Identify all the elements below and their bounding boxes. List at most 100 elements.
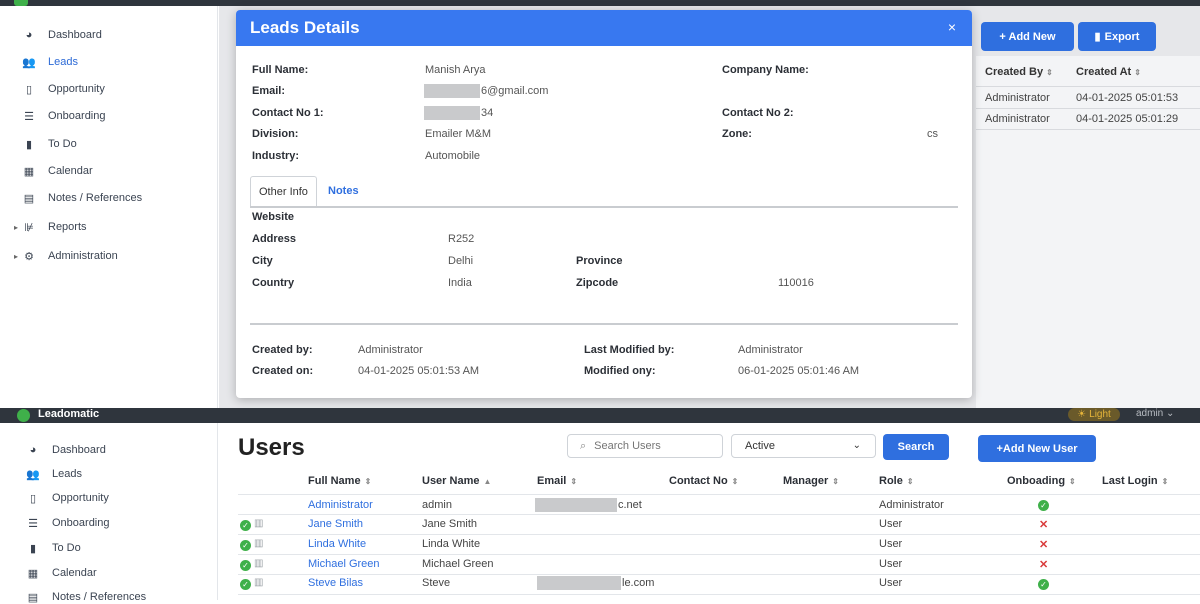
sidebar: ◕ Dashboard 👥 Leads ▯ Opportunity ☰ Onbo… [0, 6, 218, 408]
cross-icon: ✕ [1039, 559, 1049, 571]
email-label: Email: [252, 85, 286, 97]
column-header-manager[interactable]: Manager ⇕ [783, 475, 839, 487]
add-new-button[interactable]: + Add New [981, 22, 1074, 51]
address-value: R252 [448, 233, 475, 245]
created-on-label: Created on: [252, 365, 314, 377]
theme-toggle[interactable]: ☀ Light [1068, 408, 1120, 421]
export-label: Export [1104, 30, 1140, 43]
sidebar-item-label: Onboarding [48, 110, 106, 122]
sidebar-item-notes[interactable]: ▤ Notes / References [26, 590, 146, 604]
city-value: Delhi [448, 255, 474, 267]
calendar-icon: ▦ [27, 567, 39, 580]
full-name-link[interactable]: Linda White [308, 538, 366, 550]
sidebar-item-todo[interactable]: ▮ To Do [26, 541, 81, 555]
sidebar-item-onboarding[interactable]: ☰ Onboarding [22, 109, 106, 123]
header-label: Manager [783, 475, 829, 487]
export-button[interactable]: ▮ Export [1078, 22, 1156, 51]
industry-label: Industry: [252, 150, 300, 162]
file-icon: ▮ [29, 542, 37, 555]
check-icon: ✓ [1038, 579, 1049, 590]
sidebar-item-todo[interactable]: ▮ To Do [22, 137, 77, 151]
gear-icon: ⚙ [24, 250, 34, 263]
division-label: Division: [252, 128, 299, 140]
sidebar-item-reports[interactable]: ▸ ⊯ Reports [14, 220, 87, 234]
full-name-link[interactable]: Jane Smith [308, 518, 363, 530]
industry-value: Automobile [425, 150, 481, 162]
column-header-role[interactable]: Role ⇕ [879, 475, 914, 487]
cell-created-by: Administrator [985, 113, 1050, 125]
column-header-contact-no[interactable]: Contact No ⇕ [669, 475, 738, 487]
status-select[interactable]: Active ⌄ [731, 434, 876, 458]
column-header-last-login[interactable]: Last Login ⇕ [1102, 475, 1168, 487]
created-by-value: Administrator [358, 344, 423, 356]
theme-toggle-label: Light [1089, 409, 1111, 420]
close-icon[interactable]: × [948, 19, 956, 35]
sidebar-item-dashboard[interactable]: ◕ Dashboard [22, 28, 102, 42]
created-on-value: 04-01-2025 05:01:53 AM [358, 365, 480, 377]
sidebar-item-leads[interactable]: 👥 Leads [22, 55, 78, 69]
column-header-user-name[interactable]: User Name ▲ [422, 475, 491, 487]
sidebar-item-notes[interactable]: ▤ Notes / References [22, 191, 142, 205]
header-label: Email [537, 475, 567, 487]
search-button[interactable]: Search [883, 434, 949, 460]
user-name-cell: Steve [422, 577, 451, 589]
add-new-user-button[interactable]: +Add New User [978, 435, 1096, 462]
search-input[interactable] [594, 440, 705, 452]
sidebar-item-onboarding[interactable]: ☰ Onboarding [26, 516, 109, 530]
sidebar-item-opportunity[interactable]: ▯ Opportunity [22, 82, 105, 96]
trash-icon[interactable]: ▥ [254, 538, 263, 549]
approve-icon[interactable]: ✓ [240, 579, 251, 590]
column-header-email[interactable]: Email ⇕ [537, 475, 577, 487]
trash-icon[interactable]: ▥ [254, 558, 263, 569]
sidebar-item-label: Dashboard [52, 444, 106, 456]
row-divider [976, 108, 1200, 109]
role-cell: User [879, 577, 903, 589]
list-icon: ☰ [28, 517, 38, 530]
user-name-cell: Linda White [422, 538, 481, 550]
full-name-link[interactable]: Steve Bilas [308, 577, 363, 589]
search-field[interactable]: ⌕ [567, 434, 723, 458]
tab-notes[interactable]: Notes [320, 176, 367, 206]
user-menu[interactable]: admin ⌄ [1136, 408, 1174, 419]
modified-on-value: 06-01-2025 05:01:46 AM [738, 365, 860, 377]
sidebar-item-label: Notes / References [48, 192, 143, 204]
redacted-block [537, 576, 621, 590]
zipcode-value: 110016 [778, 277, 814, 289]
column-header-created-at[interactable]: Created At ⇕ [1076, 66, 1141, 78]
trash-icon[interactable]: ▥ [254, 518, 263, 529]
sidebar-item-label: Reports [48, 221, 87, 233]
tab-other-info[interactable]: Other Info [250, 176, 317, 206]
sort-icon: ⇕ [1069, 477, 1076, 486]
redacted-block [535, 498, 617, 512]
cell-created-by: Administrator [985, 92, 1050, 104]
sidebar-item-administration[interactable]: ▸ ⚙ Administration [14, 249, 118, 263]
approve-icon[interactable]: ✓ [240, 520, 251, 531]
sidebar-item-calendar[interactable]: ▦ Calendar [26, 566, 97, 580]
column-header-created-by[interactable]: Created By ⇕ [985, 66, 1053, 78]
full-name-link[interactable]: Michael Green [308, 558, 380, 570]
users-icon: 👥 [22, 56, 36, 69]
modified-by-value: Administrator [738, 344, 803, 356]
company-name-label: Company Name: [722, 64, 809, 76]
sidebar-item-label: Administration [48, 250, 118, 262]
modal-header: Leads Details × [236, 10, 972, 46]
column-header-onboarding[interactable]: Onboading ⇕ [1007, 475, 1076, 487]
sidebar-item-calendar[interactable]: ▦ Calendar [22, 164, 93, 178]
role-cell: User [879, 518, 903, 530]
column-header-full-name[interactable]: Full Name ⇕ [308, 475, 371, 487]
row-divider [976, 129, 1200, 130]
sidebar-item-leads[interactable]: 👥 Leads [26, 467, 82, 481]
sidebar-item-label: Dashboard [48, 29, 102, 41]
row-divider [238, 554, 1200, 555]
search-icon: ⌕ [580, 439, 587, 452]
full-name-link[interactable]: Administrator [308, 499, 373, 511]
sidebar-item-opportunity[interactable]: ▯ Opportunity [26, 491, 109, 505]
full-name-value: Manish Arya [425, 64, 486, 76]
zone-value: cs [927, 128, 938, 140]
approve-icon[interactable]: ✓ [240, 560, 251, 571]
sidebar-item-dashboard[interactable]: ◕ Dashboard [26, 443, 106, 457]
leads-screen: ◕ Dashboard 👥 Leads ▯ Opportunity ☰ Onbo… [0, 0, 1200, 408]
redacted-block [424, 106, 480, 120]
approve-icon[interactable]: ✓ [240, 540, 251, 551]
trash-icon[interactable]: ▥ [254, 577, 263, 588]
